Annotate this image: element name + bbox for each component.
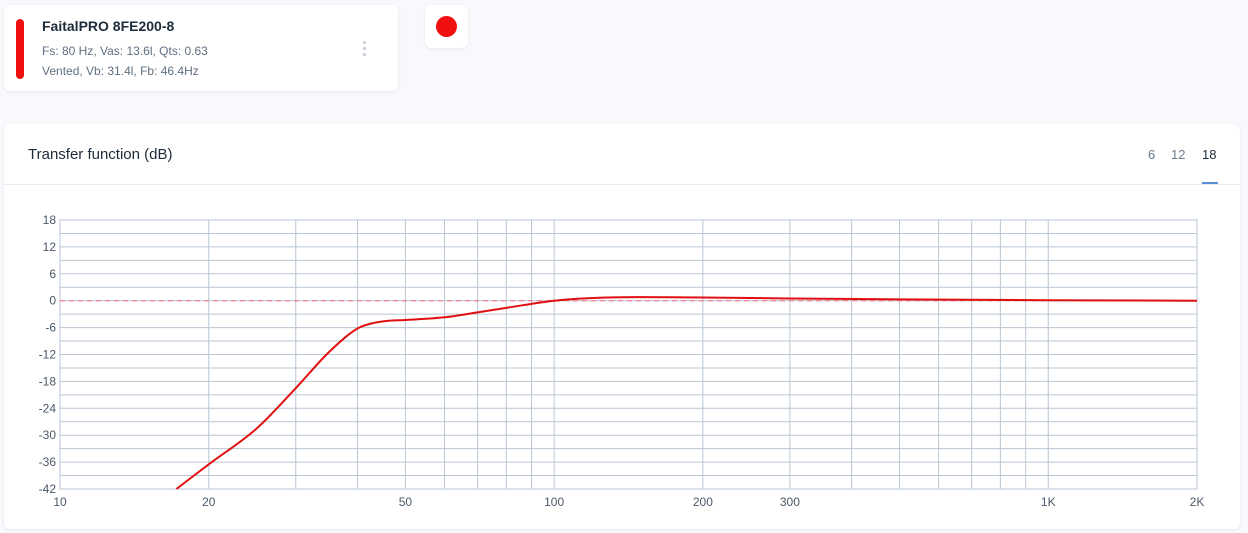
y-tick-label: -18 [39, 374, 57, 388]
y-tick-label: -6 [45, 321, 56, 335]
kebab-menu-icon[interactable] [358, 41, 372, 59]
transfer-function-series-line [175, 296, 1198, 490]
x-tick-label: 2K [1190, 495, 1205, 509]
transfer-function-chart: 18 12 6 0 -6 -12 -18 -24 -30 -36 -4210 20 50 100 200 30… [39, 213, 1205, 509]
x-tick-label: 10 [53, 495, 67, 509]
speaker-name: FaitalPRO 8FE200-8 [42, 18, 175, 34]
speaker-color-bar [16, 19, 24, 79]
y-tick-label: 12 [43, 240, 57, 254]
speaker-enclosure: Vented, Vb: 31.4l, Fb: 46.4Hz [42, 64, 199, 78]
x-tick-label: 50 [399, 495, 413, 509]
x-tick-label: 20 [202, 495, 216, 509]
x-tick-label: 1K [1041, 495, 1056, 509]
x-tick-label: 100 [544, 495, 564, 509]
y-tick-label: -36 [39, 455, 57, 469]
y-tick-label: -42 [39, 482, 57, 496]
color-picker-button[interactable] [425, 5, 468, 48]
x-tick-label: 300 [780, 495, 800, 509]
chart-panel: Transfer function (dB) 6 12 18 18 12 6 0 -6-… [4, 124, 1240, 529]
y-tick-label: -12 [39, 348, 57, 362]
speaker-parameters: Fs: 80 Hz, Vas: 13.6l, Qts: 0.63 [42, 44, 208, 58]
y-tick-label: 18 [43, 213, 57, 227]
y-tick-label: -24 [39, 401, 57, 415]
speaker-card[interactable]: FaitalPRO 8FE200-8 Fs: 80 Hz, Vas: 13.6l… [4, 5, 398, 91]
y-tick-label: 6 [49, 267, 56, 281]
color-dot-icon [436, 16, 457, 37]
y-tick-label: -30 [39, 428, 57, 442]
y-tick-label: 0 [49, 294, 56, 308]
x-tick-label: 200 [693, 495, 713, 509]
